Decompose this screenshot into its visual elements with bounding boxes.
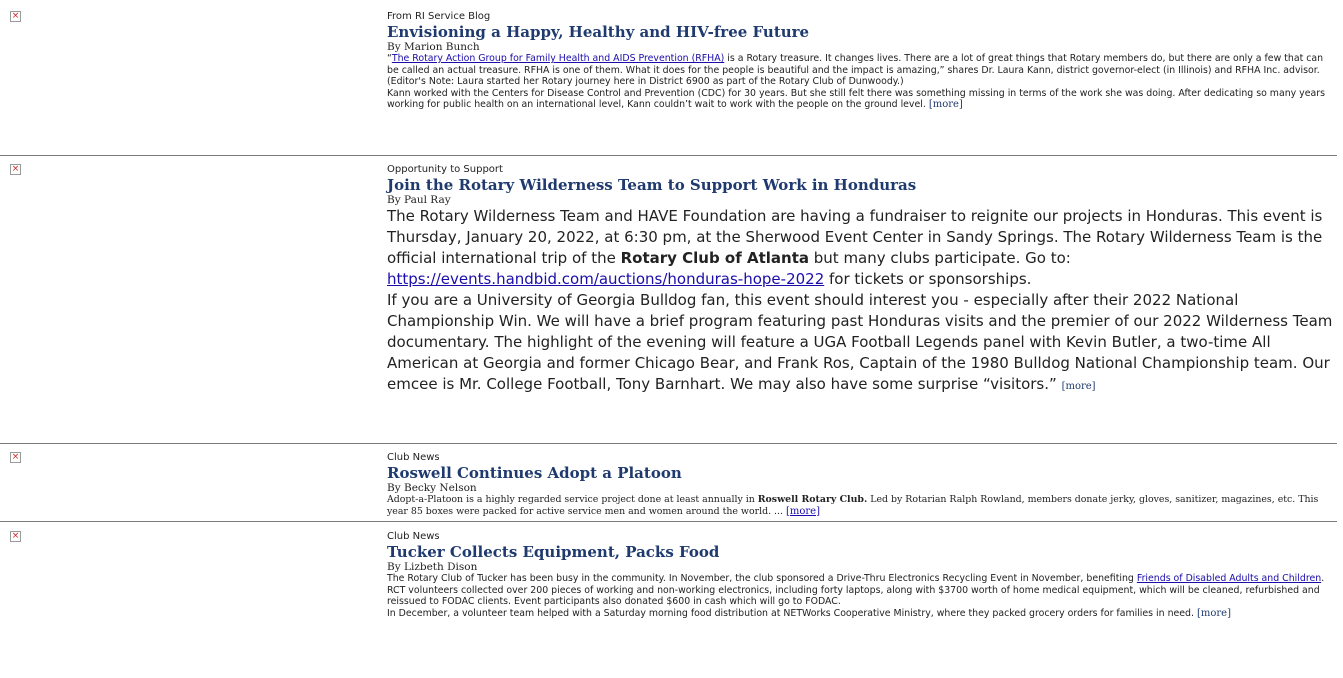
article-title[interactable]: Envisioning a Happy, Healthy and HIV-fre… xyxy=(387,23,1337,41)
article-content: From RI Service Blog Envisioning a Happy… xyxy=(387,11,1337,111)
article-byline: By Marion Bunch xyxy=(387,41,480,53)
article-category: From RI Service Blog xyxy=(387,11,491,22)
paragraph-text: If you are a University of Georgia Bulld… xyxy=(387,291,1333,393)
club-name: Rotary Club of Atlanta xyxy=(620,249,809,267)
broken-image-icon[interactable]: × xyxy=(10,164,21,175)
article-divider xyxy=(0,443,1337,444)
broken-image-icon[interactable]: × xyxy=(10,452,21,463)
paragraph-text: but many clubs participate. Go to: xyxy=(809,249,1071,267)
article-content: Club News Tucker Collects Equipment, Pac… xyxy=(387,531,1337,619)
article-content: Club News Roswell Continues Adopt a Plat… xyxy=(387,452,1337,517)
article-paragraph: “The Rotary Action Group for Family Heal… xyxy=(387,53,1337,88)
article-paragraph: In December, a volunteer team helped wit… xyxy=(387,608,1337,620)
article-paragraph: Adopt-a-Platoon is a highly regarded ser… xyxy=(387,494,1337,517)
more-link[interactable]: [more] xyxy=(786,506,820,517)
article-byline: By Paul Ray xyxy=(387,194,451,206)
rfha-link[interactable]: The Rotary Action Group for Family Healt… xyxy=(392,53,724,64)
paragraph-text: The Rotary Club of Tucker has been busy … xyxy=(387,573,1137,584)
club-name: Roswell Rotary Club. xyxy=(757,494,868,505)
broken-image-icon[interactable]: × xyxy=(10,11,21,22)
paragraph-text: Kann worked with the Centers for Disease… xyxy=(387,87,1325,111)
paragraph-text: for tickets or sponsorships. xyxy=(824,270,1032,288)
article-3: × Club News Roswell Continues Adopt a Pl… xyxy=(0,452,1343,517)
article-title[interactable]: Join the Rotary Wilderness Team to Suppo… xyxy=(387,176,1337,194)
article-2: × Opportunity to Support Join the Rotary… xyxy=(0,164,1343,397)
more-link[interactable]: [more] xyxy=(1062,381,1096,392)
article-4: × Club News Tucker Collects Equipment, P… xyxy=(0,531,1343,619)
more-link[interactable]: [more] xyxy=(1197,608,1231,619)
paragraph-text: Adopt-a-Platoon is a highly regarded ser… xyxy=(387,494,758,505)
broken-image-icon[interactable]: × xyxy=(10,531,21,542)
article-divider xyxy=(0,521,1337,522)
article-category: Club News xyxy=(387,531,440,542)
article-paragraph: The Rotary Wilderness Team and HAVE Foun… xyxy=(387,206,1337,290)
fodac-link[interactable]: Friends of Disabled Adults and Children xyxy=(1137,573,1321,584)
article-category: Opportunity to Support xyxy=(387,164,503,175)
article-content: Opportunity to Support Join the Rotary W… xyxy=(387,164,1337,397)
more-link[interactable]: [more] xyxy=(929,99,963,110)
article-byline: By Lizbeth Dison xyxy=(387,561,478,573)
article-paragraph: Kann worked with the Centers for Disease… xyxy=(387,88,1337,111)
article-paragraph: The Rotary Club of Tucker has been busy … xyxy=(387,573,1337,608)
article-byline: By Becky Nelson xyxy=(387,482,477,494)
paragraph-text: In December, a volunteer team helped wit… xyxy=(387,607,1197,619)
article-title[interactable]: Roswell Continues Adopt a Platoon xyxy=(387,464,1337,482)
handbid-link[interactable]: https://events.handbid.com/auctions/hond… xyxy=(387,270,824,288)
article-1: × From RI Service Blog Envisioning a Hap… xyxy=(0,11,1343,111)
article-divider xyxy=(0,155,1337,156)
article-paragraph: If you are a University of Georgia Bulld… xyxy=(387,290,1337,397)
article-category: Club News xyxy=(387,452,440,463)
article-title[interactable]: Tucker Collects Equipment, Packs Food xyxy=(387,543,1337,561)
